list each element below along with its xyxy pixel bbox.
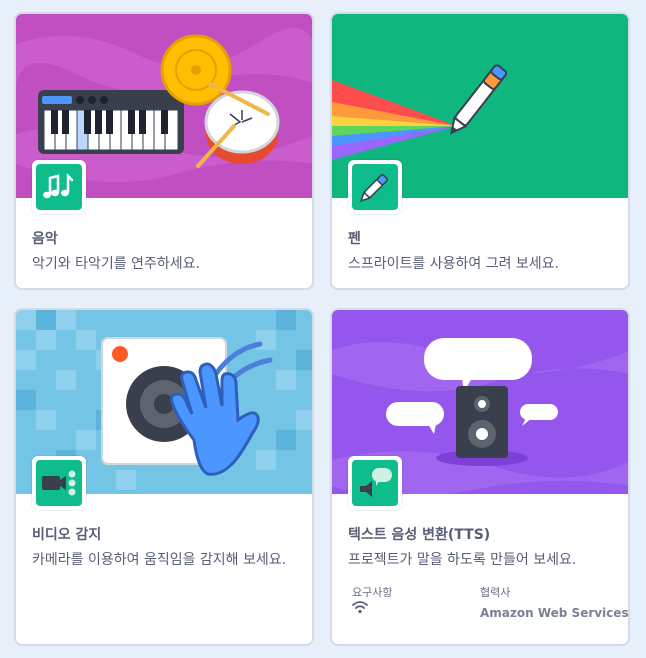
card-title: 음악: [32, 231, 58, 247]
collaborator-label: 협력사: [480, 586, 511, 599]
card-title: 텍스트 음성 변환(TTS): [348, 527, 491, 543]
tts-badge: [348, 456, 402, 510]
card-description: 악기와 타악기를 연주하세요.: [32, 256, 200, 272]
music-notes-icon: [36, 164, 82, 210]
card-description: 스프라이트를 사용하여 그려 보세요.: [348, 256, 559, 272]
card-description: 카메라를 이용하여 움직임을 감지해 보세요.: [32, 552, 287, 568]
requirements-section: 요구사항: [352, 584, 393, 614]
extension-card-text-to-speech[interactable]: 텍스트 음성 변환(TTS) 프로젝트가 말을 하도록 만들어 보세요. 요구사…: [330, 308, 630, 646]
speech-bubble-icon: [352, 460, 398, 506]
video-badge: [32, 456, 86, 510]
music-badge: [32, 160, 86, 214]
requirements-label: 요구사항: [352, 586, 393, 599]
video-camera-icon: [36, 460, 82, 506]
card-title: 펜: [348, 231, 361, 247]
wifi-icon: [352, 600, 368, 617]
pen-badge: [348, 160, 402, 214]
extension-card-video-sensing[interactable]: 비디오 감지 카메라를 이용하여 움직임을 감지해 보세요.: [14, 308, 314, 646]
card-title: 비디오 감지: [32, 527, 102, 543]
card-description: 프로젝트가 말을 하도록 만들어 보세요.: [348, 552, 577, 568]
collaborator-section: 협력사 Amazon Web Services: [480, 584, 628, 620]
collaborator-name: Amazon Web Services: [480, 606, 629, 620]
extension-card-pen[interactable]: 펜 스프라이트를 사용하여 그려 보세요.: [330, 12, 630, 290]
pen-icon: [352, 164, 398, 210]
extension-card-music[interactable]: 음악 악기와 타악기를 연주하세요.: [14, 12, 314, 290]
